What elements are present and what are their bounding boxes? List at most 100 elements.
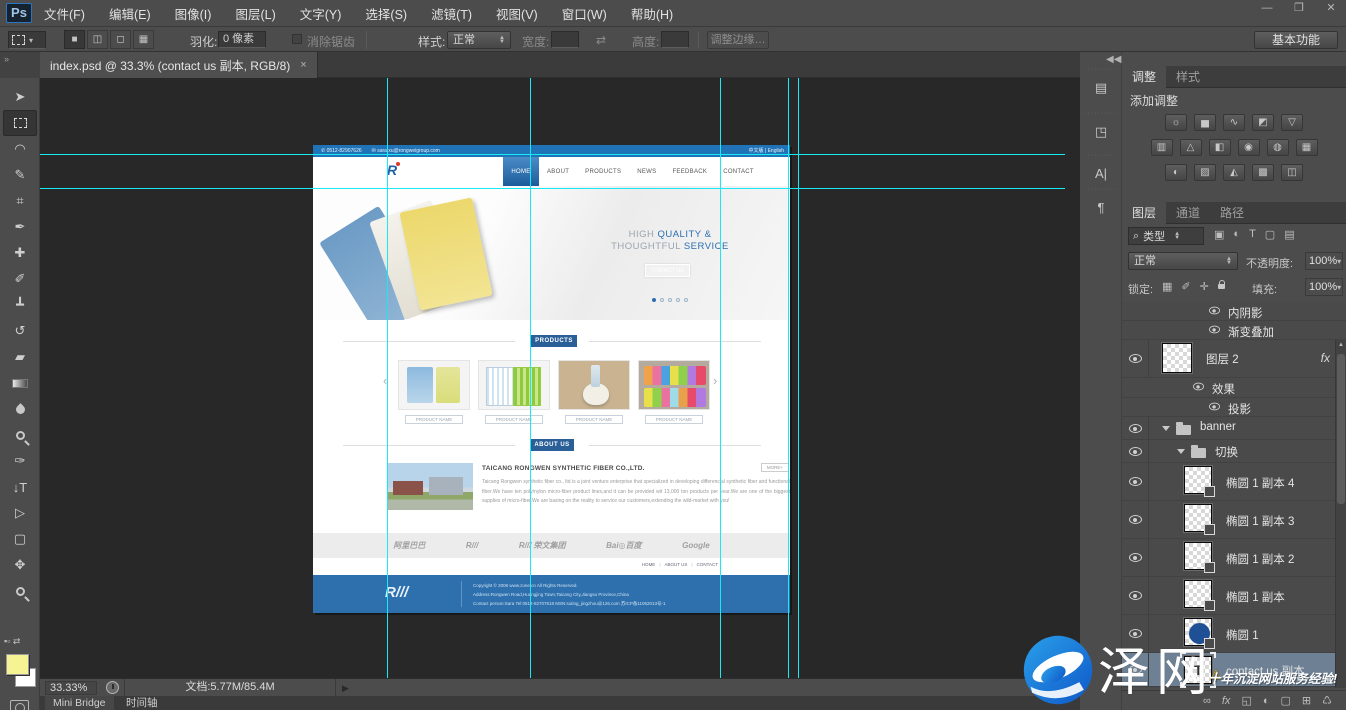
zoom-level-field[interactable]: 33.33% bbox=[45, 681, 97, 695]
layer-name[interactable]: 图层 2 bbox=[1206, 351, 1239, 367]
layer-thumbnail[interactable] bbox=[1184, 542, 1212, 570]
delete-layer-icon[interactable]: ♺ bbox=[1322, 694, 1332, 707]
black-white-icon[interactable]: ◧ bbox=[1209, 139, 1231, 156]
product-image-2[interactable] bbox=[478, 360, 550, 410]
type-tool[interactable]: ↓T bbox=[3, 474, 37, 500]
history-panel-icon[interactable]: ▤ bbox=[1080, 80, 1122, 96]
zoom-tool[interactable] bbox=[3, 578, 37, 604]
vertical-guide-3[interactable] bbox=[720, 78, 721, 678]
fill-value[interactable]: 100%▾ bbox=[1305, 278, 1343, 296]
refine-edge-button[interactable]: 调整边缘… bbox=[707, 31, 769, 49]
spot-healing-brush-tool[interactable]: ✚ bbox=[3, 240, 37, 266]
menu-item-0[interactable]: 文件(F) bbox=[44, 4, 85, 23]
hand-tool[interactable]: ✥ bbox=[3, 552, 37, 578]
link-layers-icon[interactable]: ∞ bbox=[1203, 695, 1211, 707]
color-balance-icon[interactable]: △ bbox=[1180, 139, 1202, 156]
default-swap-colors-icon[interactable]: ▪▫ ⇄ bbox=[4, 636, 34, 650]
visibility-icon[interactable] bbox=[1193, 383, 1204, 391]
layer-row-5[interactable]: banner bbox=[1122, 417, 1346, 440]
close-tab-icon[interactable]: × bbox=[300, 59, 306, 71]
banner-contact-button[interactable]: CONTACT US bbox=[645, 264, 690, 277]
dodge-tool[interactable] bbox=[3, 422, 37, 448]
nav-item-home[interactable]: HOME bbox=[503, 157, 539, 186]
blend-mode-select[interactable]: 正常▲▼ bbox=[1128, 252, 1238, 270]
visibility-icon[interactable] bbox=[1129, 553, 1142, 562]
bottom-tab-1[interactable]: 时间轴 bbox=[118, 696, 166, 710]
width-input[interactable] bbox=[551, 31, 579, 48]
vibrance-icon[interactable]: ▽ bbox=[1281, 114, 1303, 131]
layer-row-9[interactable]: 椭圆 1 副本 2 bbox=[1122, 539, 1346, 577]
rectangular-marquee-tool[interactable] bbox=[3, 110, 37, 136]
filter-pixel-layers-icon[interactable]: ▣ bbox=[1214, 228, 1224, 241]
visibility-icon[interactable] bbox=[1129, 424, 1142, 433]
layer-row-4[interactable]: 投影 bbox=[1122, 398, 1346, 417]
document-size-info[interactable]: 文档:5.77M/85.4M bbox=[124, 679, 336, 696]
visibility-icon[interactable] bbox=[1209, 307, 1220, 315]
scrollbar-thumb[interactable] bbox=[1337, 354, 1345, 504]
vertical-guide-1[interactable] bbox=[387, 78, 388, 678]
clone-stamp-tool[interactable]: ┻ bbox=[3, 292, 37, 318]
nav-item-about[interactable]: ABOUT bbox=[539, 157, 577, 186]
path-selection-tool[interactable]: ▷ bbox=[3, 500, 37, 526]
filter-adjustment-layers-icon[interactable]: ◐ bbox=[1233, 228, 1240, 241]
layer-row-6[interactable]: 切换 bbox=[1122, 440, 1346, 463]
visibility-icon[interactable] bbox=[1129, 477, 1142, 486]
layer-row-11[interactable]: 椭圆 1 bbox=[1122, 615, 1346, 653]
eyedropper-tool[interactable]: ✒ bbox=[3, 214, 37, 240]
visibility-icon[interactable] bbox=[1129, 665, 1142, 674]
workspace-switcher-button[interactable]: 基本功能 bbox=[1254, 31, 1338, 49]
add-selection-icon[interactable]: ◫ bbox=[87, 30, 108, 49]
foreground-color-swatch[interactable] bbox=[6, 654, 29, 675]
document-canvas[interactable]: ✆ 0512-82907626 ✉ sara.xu@rongweigroup.c… bbox=[313, 145, 790, 613]
menu-item-9[interactable]: 帮助(H) bbox=[631, 4, 673, 23]
layer-thumbnail[interactable] bbox=[1162, 343, 1192, 373]
rounded-rectangle-tool[interactable]: ▢ bbox=[3, 526, 37, 552]
antialias-checkbox[interactable] bbox=[292, 34, 302, 44]
visibility-icon[interactable] bbox=[1209, 326, 1220, 334]
about-more-button[interactable]: MORE+ bbox=[761, 463, 789, 472]
brightness-contrast-icon[interactable]: ☼ bbox=[1165, 114, 1187, 131]
layer-name[interactable]: 椭圆 1 副本 3 bbox=[1226, 513, 1294, 529]
character-panel-icon[interactable]: A| bbox=[1080, 166, 1122, 181]
posterize-icon[interactable]: ▨ bbox=[1194, 164, 1216, 181]
menu-item-4[interactable]: 文字(Y) bbox=[300, 4, 342, 23]
intersect-selection-icon[interactable]: ▦ bbox=[133, 30, 154, 49]
layer-thumbnail[interactable] bbox=[1184, 580, 1212, 608]
tab-样式[interactable]: 样式 bbox=[1166, 66, 1210, 88]
lock-pixels-icon[interactable]: ✐ bbox=[1181, 280, 1190, 293]
product-image-4[interactable] bbox=[638, 360, 710, 410]
style-select[interactable]: 正常▲▼ bbox=[447, 31, 511, 49]
new-selection-icon[interactable]: ■ bbox=[64, 30, 85, 49]
layer-thumbnail[interactable] bbox=[1184, 618, 1212, 646]
height-input[interactable] bbox=[661, 31, 689, 48]
expand-triangle-icon[interactable] bbox=[1177, 449, 1185, 454]
layer-thumbnail[interactable]: T bbox=[1184, 656, 1212, 684]
brush-tool[interactable]: ✐ bbox=[3, 266, 37, 292]
visibility-icon[interactable] bbox=[1129, 629, 1142, 638]
layer-name[interactable]: contact us 副本 bbox=[1226, 663, 1305, 679]
new-group-icon[interactable]: ▢ bbox=[1281, 694, 1291, 707]
menu-item-1[interactable]: 编辑(E) bbox=[109, 4, 151, 23]
expand-triangle-icon[interactable] bbox=[1162, 426, 1170, 431]
subtract-selection-icon[interactable]: ◻ bbox=[110, 30, 131, 49]
layer-filter-select[interactable]: ⌕ 类型 ▲▼ bbox=[1128, 227, 1204, 245]
collapse-dock-icon[interactable]: ◀◀ bbox=[1106, 54, 1121, 65]
carousel-dot-3[interactable] bbox=[676, 298, 680, 302]
curves-icon[interactable]: ∿ bbox=[1223, 114, 1245, 131]
carousel-dot-1[interactable] bbox=[660, 298, 664, 302]
move-tool[interactable]: ➤ bbox=[3, 84, 37, 110]
carousel-dots[interactable] bbox=[652, 298, 688, 302]
product-name-button-2[interactable]: PRODUCT NAME bbox=[485, 415, 543, 424]
horizontal-guide-1[interactable] bbox=[40, 154, 1065, 155]
color-lookup-icon[interactable]: ▦ bbox=[1296, 139, 1318, 156]
filter-shape-layers-icon[interactable]: ▢ bbox=[1265, 228, 1275, 241]
adjustment-layer-icon[interactable]: ◐ bbox=[1263, 695, 1270, 707]
minimize-icon[interactable]: — bbox=[1256, 2, 1278, 16]
menu-item-3[interactable]: 图层(L) bbox=[235, 4, 275, 23]
tab-路径[interactable]: 路径 bbox=[1210, 202, 1254, 224]
layer-row-8[interactable]: 椭圆 1 副本 3 bbox=[1122, 501, 1346, 539]
tab-图层[interactable]: 图层 bbox=[1122, 202, 1166, 224]
group-name[interactable]: 切换 bbox=[1215, 444, 1238, 460]
group-name[interactable]: banner bbox=[1200, 421, 1236, 433]
vertical-guide-5[interactable] bbox=[798, 78, 799, 678]
